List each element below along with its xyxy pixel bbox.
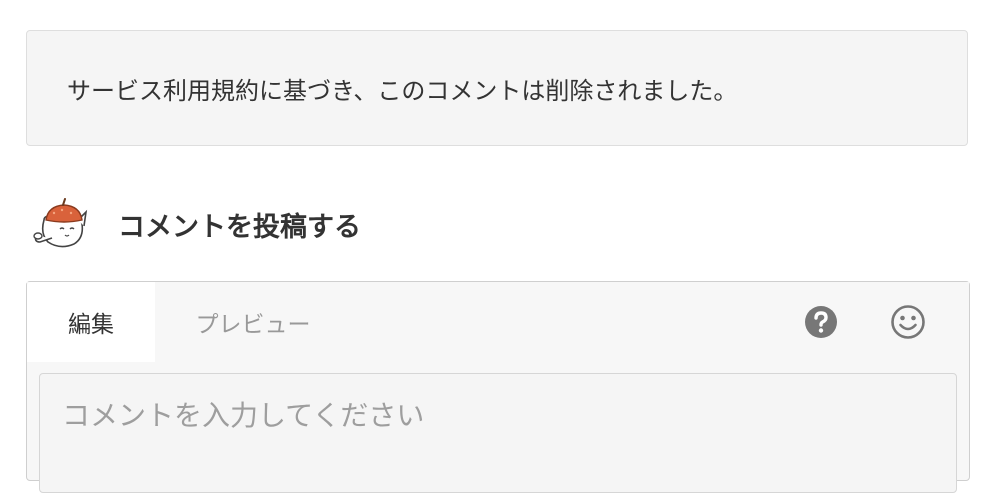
deleted-comment-notice: サービス利用規約に基づき、このコメントは削除されました。 — [26, 30, 968, 146]
tab-edit[interactable]: 編集 — [27, 282, 155, 362]
post-comment-heading: コメントを投稿する — [30, 196, 361, 252]
tab-preview[interactable]: プレビュー — [155, 282, 351, 362]
comment-input[interactable] — [40, 374, 956, 492]
post-comment-title: コメントを投稿する — [118, 211, 361, 243]
question-circle-icon[interactable] — [803, 304, 839, 340]
deleted-notice-text: サービス利用規約に基づき、このコメントは削除されました。 — [67, 76, 738, 105]
editor-tab-bar: 編集 プレビュー — [27, 282, 969, 362]
comment-editor: 編集 プレビュー — [26, 281, 970, 493]
smiley-icon[interactable] — [890, 304, 926, 340]
acorn-cat-mascot-icon — [33, 198, 88, 248]
comment-input-wrapper — [39, 373, 957, 493]
